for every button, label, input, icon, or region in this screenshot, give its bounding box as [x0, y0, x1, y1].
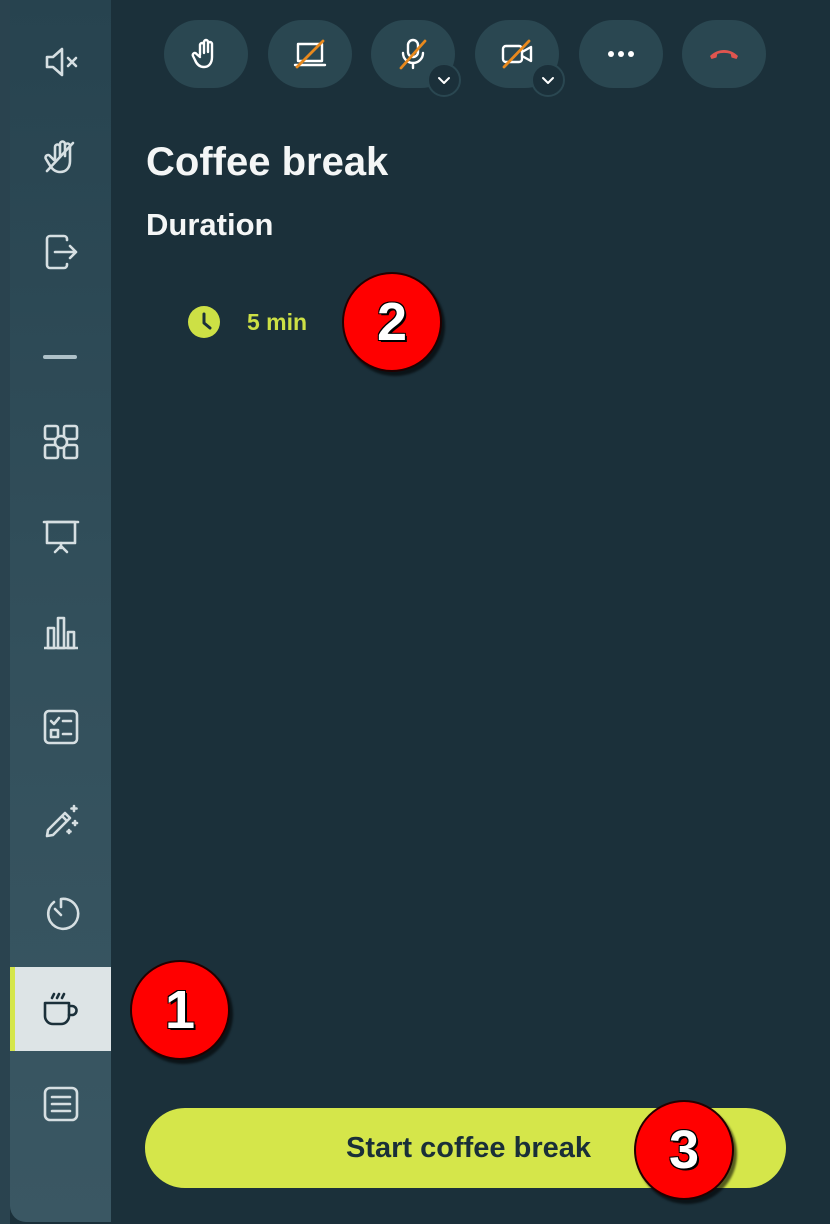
speaker-muted-icon	[45, 47, 77, 77]
camera-options-button[interactable]	[531, 63, 565, 97]
magic-wand-icon	[45, 804, 78, 838]
magic-button[interactable]	[10, 780, 111, 864]
step-marker-2: 2	[342, 272, 442, 372]
chevron-down-icon	[438, 77, 450, 84]
sidebar-divider	[43, 355, 77, 359]
microphone-button[interactable]	[371, 20, 461, 97]
duration-value: 5 min	[247, 308, 308, 335]
leave-icon	[45, 234, 77, 270]
notes-icon	[43, 1086, 78, 1122]
clock-icon	[188, 306, 220, 338]
camera-off-icon	[501, 39, 533, 69]
timer-button[interactable]	[10, 872, 111, 956]
notes-button[interactable]	[10, 1062, 111, 1146]
checklist-icon	[43, 709, 78, 745]
microphone-off-icon	[399, 38, 427, 70]
chevron-down-icon	[542, 77, 554, 84]
microphone-options-button[interactable]	[427, 63, 461, 97]
screen-share-button[interactable]	[268, 20, 352, 88]
phone-hangup-icon	[710, 50, 738, 59]
step-marker-3: 3	[634, 1100, 734, 1200]
checklist-button[interactable]	[10, 685, 111, 769]
panel-title: Coffee break	[146, 140, 389, 184]
screen-share-off-icon	[293, 39, 327, 69]
timer-icon	[46, 897, 80, 931]
raise-hand-button[interactable]	[164, 20, 248, 88]
camera-button[interactable]	[475, 20, 565, 97]
step-marker-1: 1	[130, 960, 230, 1060]
duration-option[interactable]: 5 min	[187, 305, 307, 339]
leave-button[interactable]	[10, 210, 111, 294]
layout-button[interactable]	[10, 400, 111, 484]
hand-off-icon	[43, 140, 74, 174]
coffee-break-button[interactable]	[10, 967, 111, 1051]
window-edge	[0, 0, 10, 1224]
presentation-icon	[42, 520, 79, 554]
sidebar	[10, 0, 111, 1222]
bar-chart-icon	[43, 616, 78, 650]
duration-heading: Duration	[146, 207, 274, 242]
presentation-button[interactable]	[10, 495, 111, 579]
hand-icon	[191, 38, 214, 69]
more-button[interactable]	[579, 20, 663, 88]
layout-grid-icon	[43, 424, 78, 460]
more-horizontal-icon	[608, 51, 634, 57]
speaker-mute-button[interactable]	[10, 20, 111, 104]
coffee-icon	[43, 992, 78, 1026]
polls-button[interactable]	[10, 590, 111, 674]
lower-hands-button[interactable]	[10, 115, 111, 199]
hang-up-button[interactable]	[682, 20, 766, 88]
